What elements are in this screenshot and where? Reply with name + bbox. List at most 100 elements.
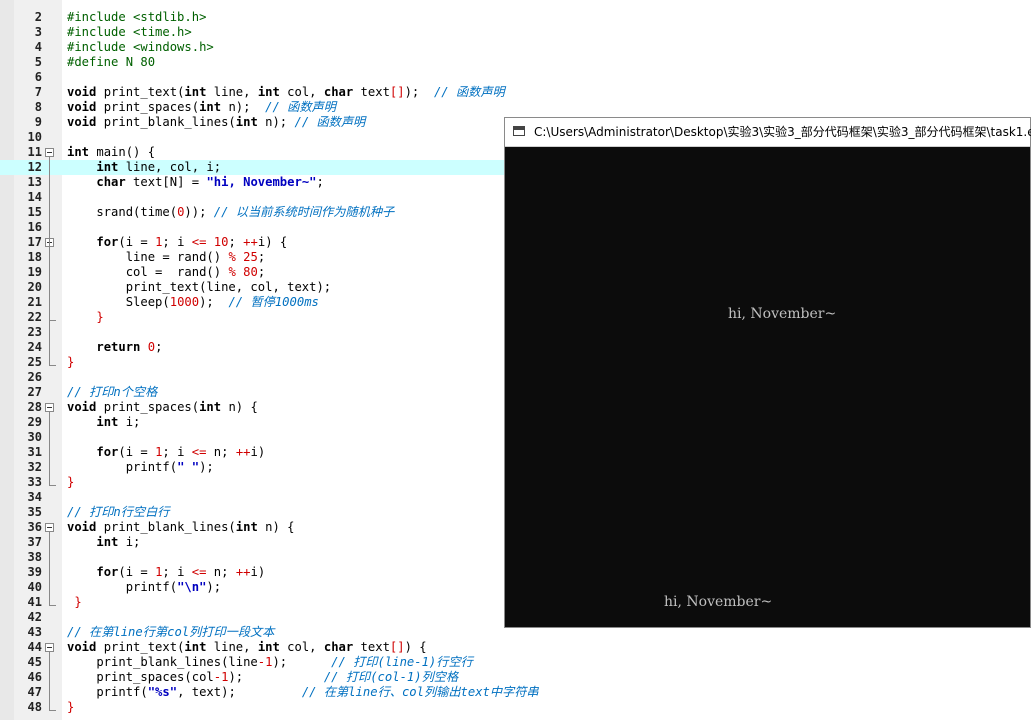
code-token: void: [67, 520, 97, 534]
code-text: print_text(line, col, text);: [67, 280, 331, 295]
code-text: void print_text(int line, int col, char …: [67, 85, 505, 100]
line-number: 15: [27, 205, 42, 219]
code-token: []: [389, 640, 405, 654]
code-token: int: [235, 520, 258, 534]
code-token: col,: [279, 640, 324, 654]
code-token: int: [199, 100, 222, 114]
fold-toggle-icon[interactable]: [45, 523, 54, 532]
code-token: int: [96, 415, 119, 429]
code-token: i) {: [257, 235, 288, 249]
code-token: }: [96, 310, 104, 324]
code-line[interactable]: 5 #define N 80: [0, 55, 1031, 70]
line-number: 33: [27, 475, 42, 489]
code-token: line,: [206, 640, 258, 654]
code-text: void print_spaces(int n); // 函数声明: [67, 100, 336, 115]
line-number: 12: [27, 160, 42, 174]
fold-guide-line: [49, 157, 50, 358]
code-text: // 在第line行第col列打印一段文本: [67, 625, 274, 640]
line-number: 8: [34, 100, 42, 114]
code-token: // 打印n个空格: [67, 385, 158, 399]
code-token: int: [199, 400, 222, 414]
code-text: #define N 80: [67, 55, 155, 70]
line-number: 7: [34, 85, 42, 99]
code-token: []: [389, 85, 405, 99]
line-number: 17: [27, 235, 42, 249]
code-token: ; i: [162, 565, 192, 579]
console-title-bar[interactable]: C:\Users\Administrator\Desktop\实验3\实验3_部…: [505, 118, 1031, 147]
code-token: // 以当前系统时间作为随机种子: [213, 205, 395, 219]
code-text: char text[N] = "hi, November~";: [67, 175, 323, 190]
code-text: print_blank_lines(line-1); // 打印(line-1)…: [67, 655, 473, 670]
console-title: C:\Users\Administrator\Desktop\实验3\实验3_部…: [534, 125, 1031, 139]
code-token: // 打印(line-1)行空行: [331, 655, 473, 669]
code-text: }: [67, 310, 104, 325]
code-text: int line, col, i;: [67, 160, 221, 175]
code-token: Sleep(: [67, 295, 170, 309]
line-number: 42: [27, 610, 42, 624]
code-line[interactable]: 44 void print_text(int line, int col, cha…: [0, 640, 1031, 655]
fold-toggle-icon[interactable]: [45, 403, 54, 412]
code-token: #include <windows.h>: [67, 40, 214, 54]
console-output-area[interactable]: hi, November~ hi, November~: [505, 147, 1030, 627]
code-line[interactable]: 46 print_spaces(col-1); // 打印(col-1)列空格: [0, 670, 1031, 685]
code-token: );: [272, 655, 332, 669]
code-token: (i =: [118, 445, 156, 459]
code-token: int: [235, 115, 258, 129]
code-line[interactable]: 4 #include <windows.h>: [0, 40, 1031, 55]
code-line[interactable]: 48}: [0, 700, 1031, 715]
line-number: 24: [27, 340, 42, 354]
line-number: 11: [27, 145, 42, 159]
code-text: print_spaces(col-1); // 打印(col-1)列空格: [67, 670, 458, 685]
code-token: // 函数声明: [265, 100, 336, 114]
code-line[interactable]: 47 printf("%s", text); // 在第line行、col列输出…: [0, 685, 1031, 700]
line-number: 47: [27, 685, 42, 699]
line-number: 40: [27, 580, 42, 594]
code-line[interactable]: 8 void print_spaces(int n); // 函数声明: [0, 100, 1031, 115]
code-line[interactable]: 6: [0, 70, 1031, 85]
code-token: }: [67, 355, 75, 369]
code-token: line, col, i;: [118, 160, 222, 174]
code-token: void: [67, 640, 97, 654]
code-token: }: [67, 475, 75, 489]
code-token: n);: [257, 115, 295, 129]
code-line[interactable]: 2 #include <stdlib.h>: [0, 10, 1031, 25]
code-token: ;: [257, 250, 266, 264]
code-text: #include <stdlib.h>: [67, 10, 206, 25]
code-text: #include <windows.h>: [67, 40, 214, 55]
code-line[interactable]: 3 #include <time.h>: [0, 25, 1031, 40]
code-line[interactable]: 7 void print_text(int line, int col, char…: [0, 85, 1031, 100]
line-number: 34: [27, 490, 42, 504]
code-token: // 在第line行、col列输出text中字符串: [301, 685, 539, 699]
code-token: ; i: [162, 235, 192, 249]
line-number: 41: [27, 595, 42, 609]
console-output-line: hi, November~: [728, 306, 837, 322]
code-token: #include <time.h>: [67, 25, 192, 39]
line-number: 36: [27, 520, 42, 534]
code-text: for(i = 1; i <= 10; ++i) {: [67, 235, 287, 250]
code-token: "\n": [177, 580, 207, 594]
code-token: void: [67, 85, 97, 99]
fold-toggle-icon[interactable]: [45, 148, 54, 157]
code-token: int: [257, 85, 280, 99]
fold-toggle-icon[interactable]: [45, 643, 54, 652]
code-token: ; i: [162, 445, 192, 459]
code-token: int: [184, 85, 207, 99]
line-number: 4: [34, 40, 42, 54]
line-number: 30: [27, 430, 42, 444]
code-token: print_blank_lines(line: [67, 655, 258, 669]
code-line[interactable]: 45 print_blank_lines(line-1); // 打印(line…: [0, 655, 1031, 670]
code-token: ++: [243, 235, 258, 249]
code-token: ++: [235, 445, 251, 459]
code-token: %: [228, 250, 236, 264]
line-number: 45: [27, 655, 42, 669]
code-text: #include <time.h>: [67, 25, 192, 40]
line-number: 14: [27, 190, 42, 204]
code-token: 10: [213, 235, 229, 249]
console-window[interactable]: C:\Users\Administrator\Desktop\实验3\实验3_部…: [504, 117, 1031, 628]
code-token: // 在第line行第col列打印一段文本: [67, 625, 275, 639]
